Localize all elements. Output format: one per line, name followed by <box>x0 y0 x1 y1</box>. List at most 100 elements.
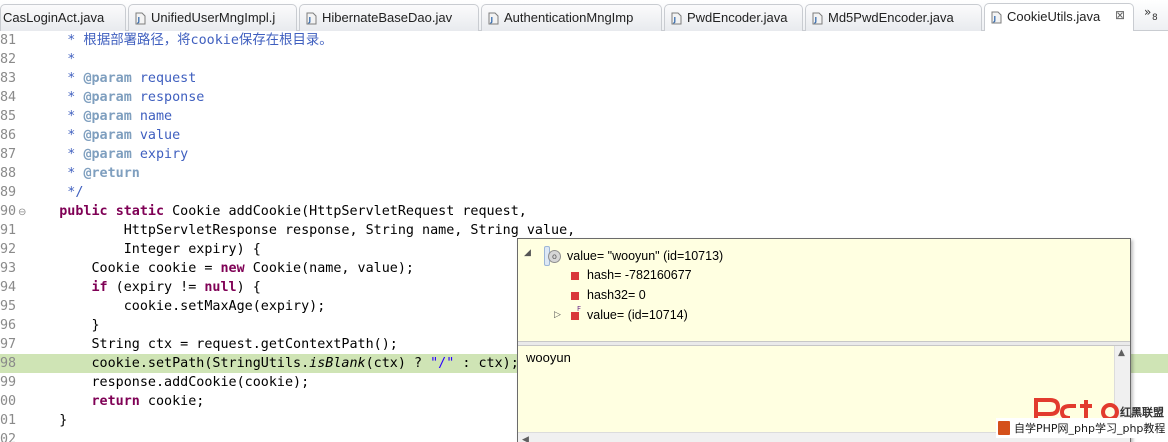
tree-node-value[interactable]: value= (id=10714) <box>587 305 688 325</box>
code-token: response.addCookie(cookie); <box>27 375 310 390</box>
java-file-icon: J <box>671 12 682 25</box>
tab-casloginact-java[interactable]: CasLoginAct.java <box>0 4 126 31</box>
code-text: } <box>27 316 99 335</box>
code-token: Integer expiry) { <box>27 242 261 257</box>
code-token: isBlank <box>309 356 366 371</box>
watermark-icon <box>998 421 1010 435</box>
tab-label: CasLoginAct.java <box>3 10 105 25</box>
code-token: * <box>27 90 84 105</box>
code-text: cookie.setMaxAge(expiry); <box>27 297 326 316</box>
code-token: response <box>131 90 205 105</box>
svg-text:J: J <box>814 16 818 24</box>
watermark-bar: 自学PHP网_php学习_php教程 <box>996 418 1168 438</box>
code-line[interactable]: 84 * @param response <box>0 88 1168 107</box>
close-icon[interactable]: ⊠ <box>1115 8 1125 22</box>
overflow-count: 8 <box>1152 13 1158 23</box>
field-icon <box>571 292 579 300</box>
tab-pwdencoder-java[interactable]: J PwdEncoder.java <box>664 4 803 31</box>
code-text: Cookie cookie = new Cookie(name, value); <box>27 259 414 278</box>
line-number: 96 <box>0 318 17 333</box>
code-text: public static Cookie addCookie(HttpServl… <box>27 202 527 221</box>
line-number: 94 <box>0 280 17 295</box>
line-number: 95 <box>0 299 17 314</box>
code-token: * <box>27 52 76 67</box>
code-token: "/" <box>430 356 455 371</box>
collapsed-toggle-icon[interactable]: ▷ <box>554 310 561 320</box>
line-number: 99 <box>0 375 17 390</box>
code-token: String ctx = request.getContextPath(); <box>27 337 398 352</box>
code-text: response.addCookie(cookie); <box>27 373 309 392</box>
code-line[interactable]: 88 * @return <box>0 164 1168 183</box>
tab-cookieutils-java[interactable]: J CookieUtils.java ⊠ <box>984 3 1134 31</box>
object-icon: o <box>548 250 561 263</box>
code-token: : ctx); <box>454 356 519 371</box>
code-token: name <box>131 109 173 124</box>
tree-node-hash32[interactable]: hash32= 0 <box>587 285 646 305</box>
line-number: 88 <box>0 166 17 181</box>
variable-tree[interactable]: ◢ o value= "wooyun" (id=10713) hash= -78… <box>518 239 1130 339</box>
line-number: 84 <box>0 90 17 105</box>
code-token: @param <box>83 128 132 143</box>
code-token: @param <box>83 71 132 86</box>
code-text: * 根据部署路径，将cookie保存在根目录。 <box>27 31 333 50</box>
code-line[interactable]: 85 * @param name <box>0 107 1168 126</box>
svg-text:J: J <box>490 16 494 24</box>
code-text: if (expiry != null) { <box>27 278 261 297</box>
expand-toggle-icon[interactable]: ◢ <box>524 248 531 258</box>
scroll-up-icon[interactable]: ▲ <box>1118 348 1125 358</box>
line-number: 91 <box>0 223 17 238</box>
line-number: 98 <box>0 356 17 371</box>
tree-root-node[interactable]: o value= "wooyun" (id=10713) <box>544 246 723 266</box>
code-text: * @param request <box>27 69 196 88</box>
code-line[interactable]: 89 */ <box>0 183 1168 202</box>
code-line[interactable]: 90 ⊖ public static Cookie addCookie(HttpS… <box>0 202 1168 221</box>
line-number: 89 <box>0 185 17 200</box>
fold-toggle-icon[interactable]: ⊖ <box>18 203 26 222</box>
code-token: cookie.setMaxAge(expiry); <box>27 299 326 314</box>
code-text: return cookie; <box>27 392 205 411</box>
code-token: request <box>131 71 197 86</box>
code-text: * <box>27 50 75 69</box>
svg-text:J: J <box>137 16 141 24</box>
code-token: new <box>220 261 245 276</box>
scroll-left-icon[interactable]: ◀ <box>522 435 529 442</box>
code-token: * <box>27 166 84 181</box>
field-icon <box>571 312 579 320</box>
editor-tab-bar: CasLoginAct.java J UnifiedUserMngImpl.j J Hi… <box>0 0 1168 31</box>
line-number: 86 <box>0 128 17 143</box>
line-number: 87 <box>0 147 17 162</box>
tree-node-hash[interactable]: hash= -782160677 <box>587 265 692 285</box>
code-token: Cookie addCookie(HttpServletRequest requ… <box>164 204 527 219</box>
code-text: HttpServletResponse response, String nam… <box>27 221 575 240</box>
code-line[interactable]: 87 * @param expiry <box>0 145 1168 164</box>
watermark-text: 自学PHP网_php学习_php教程 <box>1014 422 1166 435</box>
line-number: 01 <box>0 413 17 428</box>
svg-text:J: J <box>308 16 312 24</box>
code-text: */ <box>27 183 83 202</box>
code-token: null <box>204 280 237 295</box>
code-token: @param <box>83 147 132 162</box>
code-token: (expiry != <box>107 280 205 295</box>
code-token: * 根据部署路径，将cookie保存在根目录。 <box>27 33 333 48</box>
code-text: * @param response <box>27 88 204 107</box>
code-token: * <box>27 128 84 143</box>
tab-authenticationmngimp[interactable]: J AuthenticationMngImp <box>481 4 662 31</box>
tab-label: HibernateBaseDao.jav <box>322 10 453 25</box>
tab-unifiedusermngimpl-j[interactable]: J UnifiedUserMngImpl.j <box>128 4 297 31</box>
code-line[interactable]: 82 * <box>0 50 1168 69</box>
svg-text:J: J <box>993 15 997 23</box>
line-number: 00 <box>0 394 17 409</box>
code-line[interactable]: 83 * @param request <box>0 69 1168 88</box>
code-token: HttpServletResponse response, String nam… <box>27 223 576 238</box>
tab-md5pwdencoder-java[interactable]: J Md5PwdEncoder.java <box>805 4 982 31</box>
line-number: 81 <box>0 33 17 48</box>
tab-hibernatebasedao-jav[interactable]: J HibernateBaseDao.jav <box>299 4 479 31</box>
tab-label: Md5PwdEncoder.java <box>828 10 954 25</box>
code-line[interactable]: 81 * 根据部署路径，将cookie保存在根目录。 <box>0 31 1168 50</box>
tab-overflow-button[interactable]: » 8 <box>1142 3 1166 29</box>
code-line[interactable]: 86 * @param value <box>0 126 1168 145</box>
code-token: @param <box>83 90 132 105</box>
code-token: @param <box>83 109 132 124</box>
